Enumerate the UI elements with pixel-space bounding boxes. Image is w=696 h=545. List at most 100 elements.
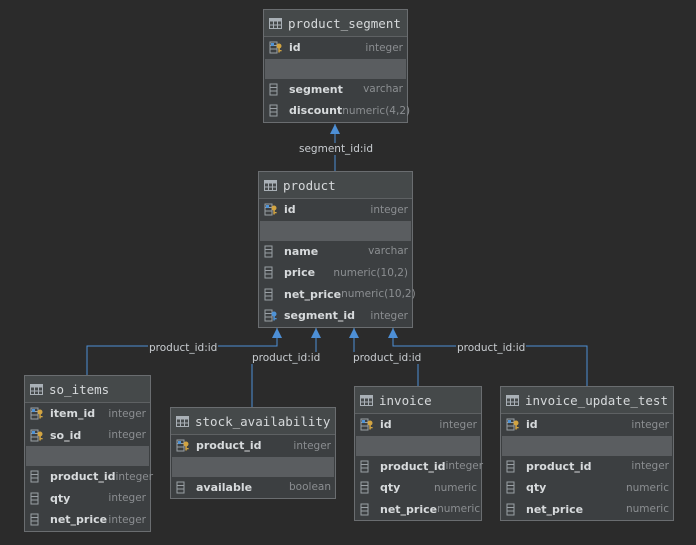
column-icon — [30, 513, 39, 526]
column-name: id — [380, 418, 392, 432]
column-type: varchar — [368, 245, 408, 258]
column-name: so_id — [50, 428, 82, 442]
primary-key-icon — [264, 203, 277, 216]
key-separator — [26, 446, 149, 466]
column-name: net_price — [526, 502, 584, 516]
column-icon — [506, 481, 515, 494]
column-row[interactable]: qty integer — [25, 488, 150, 510]
relation-label: product_id:id — [456, 342, 527, 354]
primary-key-icon — [269, 41, 282, 54]
key-separator — [260, 220, 411, 241]
table-title: product_segment — [288, 15, 401, 31]
column-name: id — [289, 41, 301, 55]
column-name: segment_id — [284, 309, 356, 323]
relation-arrowhead — [272, 328, 282, 338]
table-title: so_items — [49, 381, 110, 397]
column-row[interactable]: discount numeric(4,2) — [264, 100, 411, 122]
column-row[interactable]: product_id integer — [25, 466, 153, 488]
column-row[interactable]: net_price numeric(10,2) — [259, 284, 416, 306]
column-type: integer — [108, 429, 146, 442]
column-name: id — [284, 203, 296, 217]
column-row[interactable]: id integer — [259, 199, 412, 221]
column-type: numeric — [625, 481, 669, 494]
column-row[interactable]: product_id integer — [171, 435, 335, 457]
column-name: segment — [289, 82, 343, 96]
column-icon — [264, 288, 273, 301]
column-type: integer — [108, 492, 146, 505]
column-name: product_id — [380, 459, 446, 473]
relation-label: product_id:id — [251, 352, 322, 364]
column-row[interactable]: price numeric(10,2) — [259, 262, 412, 284]
key-separator — [172, 456, 334, 477]
table-header[interactable]: product — [259, 172, 412, 199]
column-row[interactable]: item_id integer — [25, 403, 150, 425]
relation-line — [251, 328, 317, 407]
column-type: numeric(10,2) — [333, 266, 408, 279]
table-header[interactable]: stock_availability — [171, 408, 335, 435]
column-type: integer — [108, 407, 146, 420]
column-name: product_id — [196, 439, 262, 453]
table-header[interactable]: so_items — [25, 376, 150, 403]
table-header[interactable]: product_segment — [264, 10, 407, 37]
column-row[interactable]: so_id integer — [25, 425, 150, 447]
column-name: product_id — [526, 459, 592, 473]
column-row[interactable]: available boolean — [171, 477, 335, 499]
primary-key-icon — [30, 407, 43, 420]
table-invoice[interactable]: invoice id integer product_id integer qty nume… — [354, 386, 483, 521]
primary-key-icon — [360, 418, 373, 431]
column-name: price — [284, 266, 316, 280]
relation-arrowhead — [311, 328, 321, 338]
column-name: id — [526, 418, 538, 432]
column-icon — [264, 266, 273, 279]
primary-key-icon — [30, 429, 43, 442]
column-name: qty — [50, 491, 71, 505]
column-type: numeric(4,2) — [342, 104, 411, 117]
table-header[interactable]: invoice — [355, 387, 481, 414]
table-stock-availability[interactable]: stock_availability product_id integer avail… — [170, 407, 336, 499]
column-type: integer — [108, 513, 146, 526]
relation-arrowhead — [330, 124, 340, 134]
column-name: discount — [289, 104, 343, 118]
column-name: product_id — [50, 470, 116, 484]
column-type: integer — [293, 439, 331, 452]
column-row[interactable]: segment_id integer — [259, 305, 412, 327]
column-row[interactable]: name varchar — [259, 241, 412, 263]
table-title: product — [283, 177, 336, 193]
table-invoice-update-test[interactable]: invoice_update_test id integer product_id in… — [500, 386, 674, 521]
key-separator — [265, 58, 406, 79]
column-row[interactable]: product_id integer — [355, 456, 483, 478]
column-row[interactable]: net_price numeric — [355, 499, 481, 521]
column-row[interactable]: product_id integer — [501, 456, 673, 478]
table-icon — [264, 179, 277, 191]
column-icon — [269, 83, 278, 96]
column-name: qty — [380, 481, 401, 495]
key-separator — [356, 435, 480, 456]
table-icon — [176, 415, 189, 427]
column-row[interactable]: net_price integer — [25, 509, 150, 531]
column-type: numeric — [625, 503, 669, 516]
primary-key-icon — [506, 418, 519, 431]
column-icon — [269, 104, 278, 117]
column-row[interactable]: qty numeric — [501, 477, 673, 499]
column-name: name — [284, 244, 319, 258]
column-icon — [30, 470, 39, 483]
table-so-items[interactable]: so_items item_id integer so_id integer produc… — [24, 375, 153, 532]
foreign-key-icon — [264, 309, 277, 322]
column-type: integer — [439, 418, 477, 431]
column-icon — [360, 481, 369, 494]
relation-arrowhead — [349, 328, 359, 338]
table-product-segment[interactable]: product_segment id integer segment varchar di… — [263, 9, 411, 123]
column-row[interactable]: qty numeric — [355, 477, 481, 499]
column-icon — [176, 481, 185, 494]
column-row[interactable]: id integer — [355, 414, 481, 436]
column-row[interactable]: id integer — [501, 414, 673, 436]
table-title: invoice — [379, 392, 432, 408]
column-row[interactable]: net_price numeric — [501, 499, 673, 521]
column-row[interactable]: segment varchar — [264, 79, 407, 101]
column-icon — [264, 245, 273, 258]
column-type: numeric — [433, 481, 477, 494]
table-header[interactable]: invoice_update_test — [501, 387, 673, 414]
table-product[interactable]: product id integer name varchar price numeric(… — [258, 171, 416, 328]
column-row[interactable]: id integer — [264, 37, 407, 59]
column-type: numeric(10,2) — [341, 288, 416, 301]
